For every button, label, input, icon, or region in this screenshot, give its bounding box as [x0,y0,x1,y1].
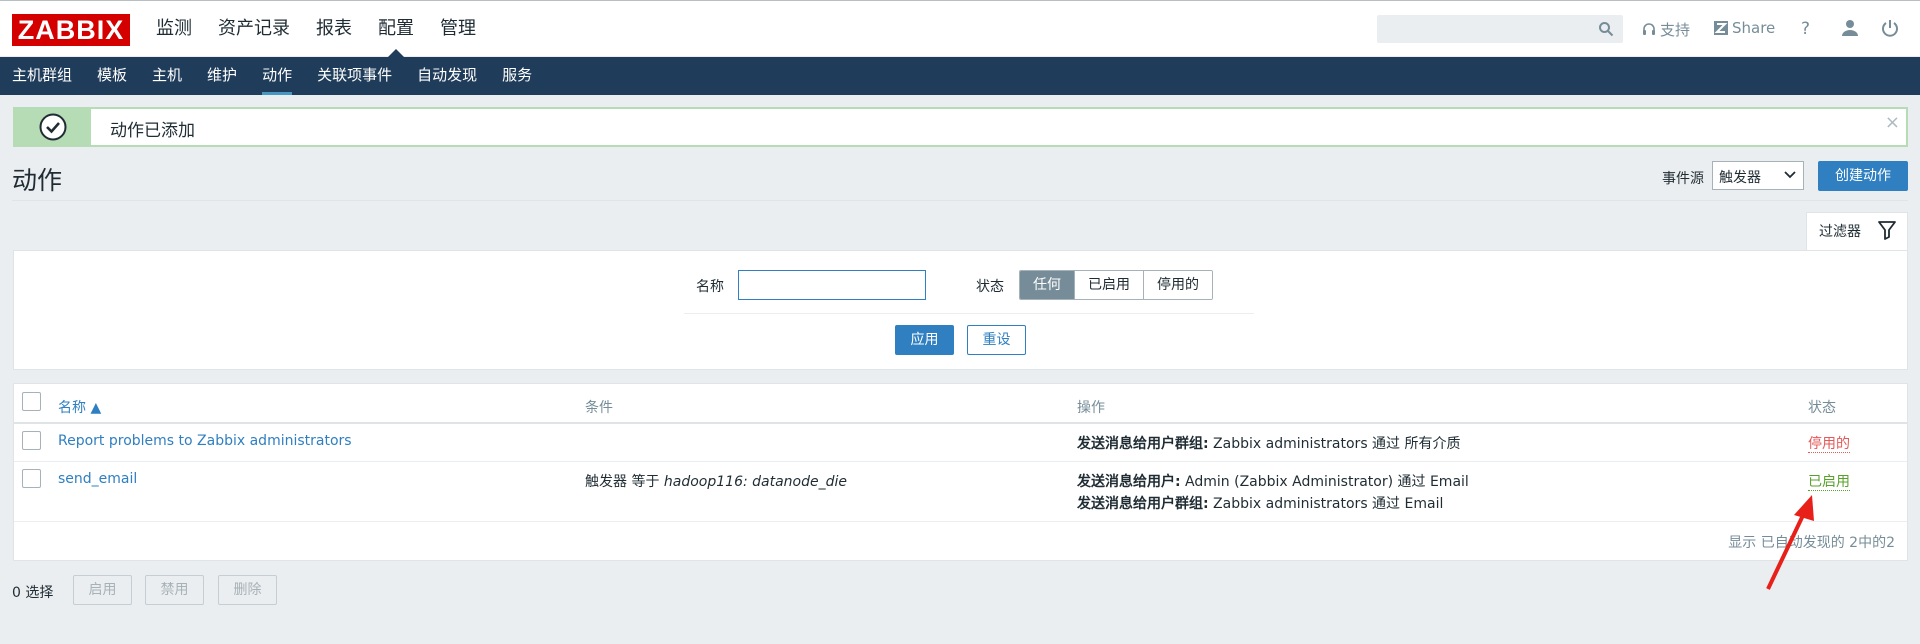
share-label: Share [1732,19,1776,37]
select-all-checkbox[interactable] [22,392,41,411]
page-title: 动作 [12,166,63,195]
create-action-button[interactable]: 创建动作 [1818,161,1908,191]
mass-disable-button[interactable]: 禁用 [145,575,204,605]
actions-table: 名称 ▲ 条件 操作 状态 Report problems to Zabbix … [13,383,1908,561]
global-search-input[interactable] [1377,15,1623,43]
row-checkbox[interactable] [22,431,41,450]
mass-delete-button[interactable]: 删除 [218,575,277,605]
filter-status-label: 状态 [976,279,1004,295]
status-enabled-radio[interactable]: 已启用 [1075,271,1144,299]
chevron-down-icon [1784,171,1796,179]
filter-name-label: 名称 [696,279,724,295]
action-name-link[interactable]: Report problems to Zabbix administrators [58,433,352,449]
search-icon[interactable] [1598,21,1614,37]
menu-administration[interactable]: 管理 [440,1,476,57]
operation-label: 发送消息给用户: [1077,474,1181,490]
main-menu: 监测 资产记录 报表 配置 管理 [156,1,502,57]
operation-text: 发送消息给用户群组: Zabbix administrators 通过 所有介质 [1077,433,1461,453]
filter-icon [1878,221,1896,240]
filter-divider [684,313,1254,314]
success-icon-box [15,109,91,145]
menu-inventory[interactable]: 资产记录 [218,1,290,57]
filter-tab-label: 过滤器 [1819,224,1861,240]
operation-detail: Zabbix administrators 通过 所有介质 [1208,436,1461,452]
filter-panel: 名称 状态 任何 已启用 停用的 应用 重设 [13,250,1908,370]
event-source-value: 触发器 [1719,170,1761,186]
check-circle-icon [39,113,67,141]
action-name-link[interactable]: send_email [58,471,137,487]
menu-reports[interactable]: 报表 [316,1,352,57]
column-header-name[interactable]: 名称 ▲ [58,397,101,417]
title-divider [12,200,1908,201]
status-any-radio[interactable]: 任何 [1020,271,1075,299]
event-source-select[interactable]: 触发器 [1712,161,1804,190]
success-message-text: 动作已添加 [110,121,195,141]
submenu-actions[interactable]: 动作 [262,57,293,95]
submenu-host-groups[interactable]: 主机群组 [12,57,72,95]
headset-icon [1643,22,1655,35]
help-icon[interactable]: ? [1801,19,1810,39]
support-link[interactable]: 支持 [1642,19,1690,40]
support-label: 支持 [1660,21,1691,39]
submenu-services[interactable]: 服务 [502,57,532,95]
status-disabled-radio[interactable]: 停用的 [1144,271,1212,299]
operation-text: 发送消息给用户群组: Zabbix administrators 通过 Emai… [1077,493,1443,513]
submenu-maintenance[interactable]: 维护 [207,57,237,95]
operation-label: 发送消息给用户群组: [1077,436,1209,452]
filter-status-radio-group: 任何 已启用 停用的 [1019,270,1213,300]
condition-prefix: 触发器 等于 [585,474,664,490]
user-profile-icon[interactable] [1840,18,1860,38]
zabbix-logo[interactable]: ZABBIX [12,14,130,46]
condition-text: 触发器 等于 hadoop116: datanode_die [585,471,847,491]
apply-button[interactable]: 应用 [895,325,954,355]
menu-monitoring[interactable]: 监测 [156,1,192,57]
annotation-arrow-icon [1766,495,1814,590]
success-message: 动作已添加 × [13,107,1908,147]
submenu-templates[interactable]: 模板 [97,57,127,95]
close-icon[interactable]: × [1885,112,1900,133]
sign-out-icon[interactable] [1880,18,1900,38]
column-header-conditions: 条件 [585,400,613,416]
status-badge: 停用的 [1808,433,1850,453]
status-toggle-link[interactable]: 已启用 [1808,474,1850,491]
event-source-label: 事件源 [1662,171,1704,187]
selected-count: 0 选择 [12,585,54,601]
menu-configuration[interactable]: 配置 [378,1,414,57]
share-link[interactable]: Share [1714,19,1775,37]
status-toggle-link[interactable]: 停用的 [1808,436,1850,453]
status-badge: 已启用 [1808,471,1850,491]
top-header: ZABBIX 监测 资产记录 报表 配置 管理 支持 Share ? [0,0,1920,57]
sub-menu: 主机群组 模板 主机 维护 动作 关联项事件 自动发现 服务 [0,57,1920,95]
operation-detail: Zabbix administrators 通过 Email [1208,496,1444,512]
column-header-status: 状态 [1808,400,1836,416]
row-divider [14,521,1907,522]
row-checkbox[interactable] [22,469,41,488]
operation-label: 发送消息给用户群组: [1077,496,1209,512]
filter-tab[interactable]: 过滤器 [1806,212,1908,251]
column-header-operations: 操作 [1077,400,1105,416]
submenu-hosts[interactable]: 主机 [152,57,182,95]
share-z-icon [1714,21,1728,35]
filter-name-input[interactable] [738,270,926,300]
row-divider [14,461,1907,462]
submenu-discovery[interactable]: 自动发现 [417,57,477,95]
operation-detail: Admin (Zabbix Administrator) 通过 Email [1180,474,1469,490]
submenu-event-correlation[interactable]: 关联项事件 [317,57,392,95]
header-divider [14,422,1907,424]
reset-button[interactable]: 重设 [967,325,1026,355]
mass-enable-button[interactable]: 启用 [73,575,132,605]
operation-text: 发送消息给用户: Admin (Zabbix Administrator) 通过… [1077,471,1469,491]
condition-trigger: hadoop116: datanode_die [663,474,848,490]
